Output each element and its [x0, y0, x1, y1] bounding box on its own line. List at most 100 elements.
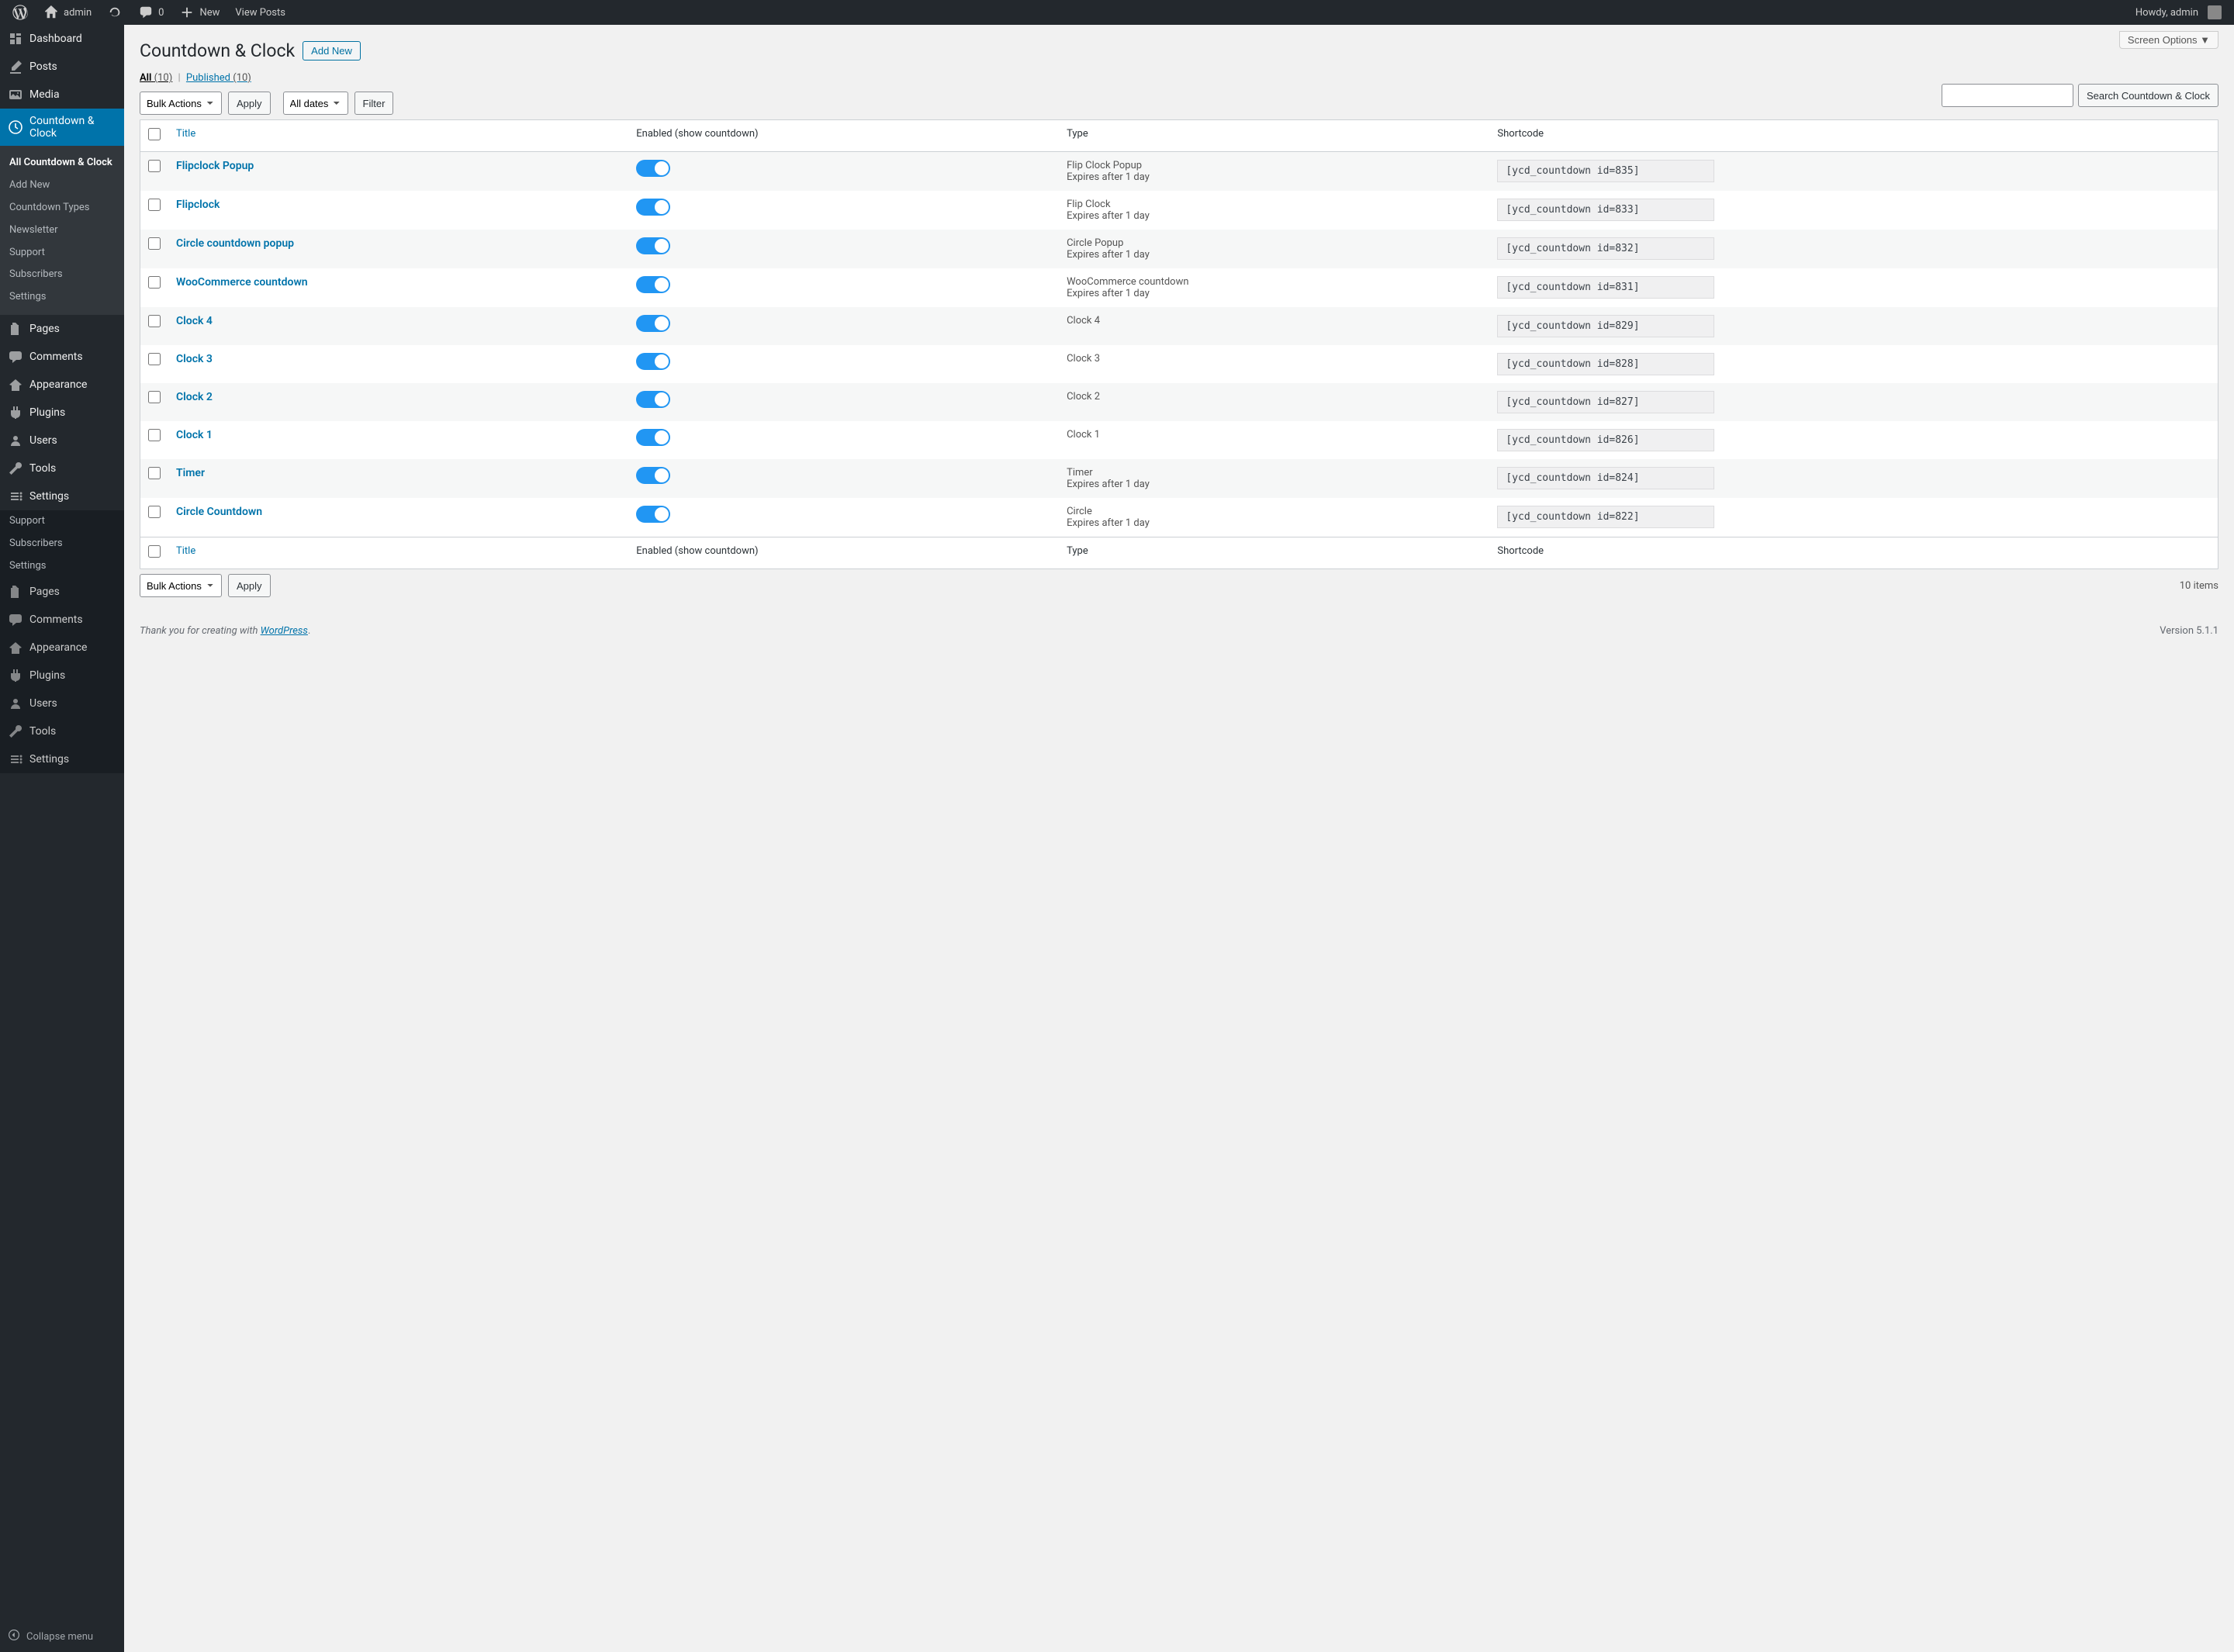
row-title-link[interactable]: Clock 3: [176, 353, 213, 365]
wp-logo[interactable]: [6, 0, 34, 25]
row-title-link[interactable]: Timer: [176, 467, 205, 479]
enabled-toggle[interactable]: [636, 506, 670, 523]
menu-item-comments[interactable]: Comments: [0, 343, 124, 371]
add-new-button[interactable]: Add New: [303, 41, 361, 60]
shortcode-box[interactable]: [ycd_countdown id=824]: [1497, 467, 1714, 489]
row-checkbox[interactable]: [148, 160, 161, 172]
enabled-toggle[interactable]: [636, 353, 670, 370]
dim-menu-item-comments[interactable]: Comments: [0, 606, 124, 634]
new-link[interactable]: New: [173, 0, 226, 25]
enabled-toggle[interactable]: [636, 237, 670, 254]
enabled-toggle[interactable]: [636, 467, 670, 484]
row-title-link[interactable]: Clock 4: [176, 315, 213, 327]
shortcode-box[interactable]: [ycd_countdown id=832]: [1497, 237, 1714, 260]
row-title-link[interactable]: Flipclock: [176, 199, 220, 211]
comments-link[interactable]: 0: [132, 0, 170, 25]
filter-published[interactable]: Published (10): [186, 72, 251, 84]
col-title-foot[interactable]: Title: [168, 537, 628, 569]
main-content: Screen Options ▼ Countdown & Clock Add N…: [124, 25, 2234, 1652]
shortcode-box[interactable]: [ycd_countdown id=831]: [1497, 276, 1714, 299]
menu-item-plugins[interactable]: Plugins: [0, 399, 124, 427]
menu-item-media[interactable]: Media: [0, 81, 124, 109]
dim-submenu-item[interactable]: Support: [0, 510, 124, 533]
menu-item-pages[interactable]: Pages: [0, 315, 124, 343]
enabled-toggle[interactable]: [636, 160, 670, 177]
row-title-link[interactable]: Circle countdown popup: [176, 237, 294, 250]
row-checkbox[interactable]: [148, 276, 161, 289]
refresh-button[interactable]: [101, 0, 129, 25]
menu-item-tools[interactable]: Tools: [0, 454, 124, 482]
collapse-menu[interactable]: Collapse menu: [0, 1621, 124, 1652]
dim-submenu-item[interactable]: Settings: [0, 555, 124, 578]
view-posts-link[interactable]: View Posts: [229, 0, 292, 25]
menu-item-posts[interactable]: Posts: [0, 53, 124, 81]
row-checkbox[interactable]: [148, 199, 161, 211]
enabled-toggle[interactable]: [636, 199, 670, 216]
row-checkbox[interactable]: [148, 315, 161, 327]
filter-button[interactable]: Filter: [354, 92, 394, 115]
pages-icon: [8, 584, 23, 600]
dim-menu-item-pages[interactable]: Pages: [0, 578, 124, 606]
shortcode-box[interactable]: [ycd_countdown id=829]: [1497, 315, 1714, 337]
menu-item-settings[interactable]: Settings: [0, 482, 124, 510]
row-checkbox[interactable]: [148, 237, 161, 250]
row-type: Clock 2: [1067, 391, 1482, 403]
site-name-link[interactable]: admin: [37, 0, 98, 25]
row-checkbox[interactable]: [148, 506, 161, 518]
row-title-link[interactable]: Clock 2: [176, 391, 213, 403]
enabled-toggle[interactable]: [636, 391, 670, 408]
col-title[interactable]: Title: [168, 120, 628, 152]
menu-item-appearance[interactable]: Appearance: [0, 371, 124, 399]
submenu-item[interactable]: Settings: [0, 286, 124, 309]
menu-item-clock[interactable]: Countdown & Clock: [0, 109, 124, 146]
search-input[interactable]: [1942, 84, 2073, 107]
row-expires: Expires after 1 day: [1067, 210, 1482, 222]
search-button[interactable]: Search Countdown & Clock: [2078, 84, 2218, 107]
dim-submenu-item[interactable]: Subscribers: [0, 533, 124, 555]
screen-options-button[interactable]: Screen Options ▼: [2119, 31, 2218, 49]
apply-button-bottom[interactable]: Apply: [228, 574, 271, 597]
submenu-item[interactable]: Subscribers: [0, 264, 124, 286]
row-checkbox[interactable]: [148, 467, 161, 479]
submenu-item[interactable]: Add New: [0, 175, 124, 197]
dim-menu-item-users[interactable]: Users: [0, 689, 124, 717]
dim-menu-item-settings[interactable]: Settings: [0, 745, 124, 773]
shortcode-box[interactable]: [ycd_countdown id=827]: [1497, 391, 1714, 413]
row-title-link[interactable]: WooCommerce countdown: [176, 276, 308, 289]
select-all-checkbox[interactable]: [148, 128, 161, 140]
date-filter-select[interactable]: All dates: [283, 92, 348, 115]
row-title-link[interactable]: Circle Countdown: [176, 506, 262, 518]
tools-icon: [8, 724, 23, 739]
submenu-item[interactable]: Countdown Types: [0, 197, 124, 219]
enabled-toggle[interactable]: [636, 429, 670, 446]
shortcode-box[interactable]: [ycd_countdown id=835]: [1497, 160, 1714, 182]
dim-menu-item-plugins[interactable]: Plugins: [0, 662, 124, 689]
enabled-toggle[interactable]: [636, 276, 670, 293]
howdy-link[interactable]: Howdy, admin: [2129, 0, 2228, 25]
bulk-actions-select-bottom[interactable]: Bulk Actions: [140, 574, 222, 597]
bulk-actions-select[interactable]: Bulk Actions: [140, 92, 222, 115]
row-title-link[interactable]: Flipclock Popup: [176, 160, 254, 172]
menu-item-dashboard[interactable]: Dashboard: [0, 25, 124, 53]
dim-menu-item-tools[interactable]: Tools: [0, 717, 124, 745]
row-checkbox[interactable]: [148, 429, 161, 441]
shortcode-box[interactable]: [ycd_countdown id=826]: [1497, 429, 1714, 451]
table-row: Flipclock PopupFlip Clock PopupExpires a…: [140, 152, 2218, 191]
submenu-item[interactable]: Support: [0, 242, 124, 264]
dim-menu-item-appearance[interactable]: Appearance: [0, 634, 124, 662]
row-title-link[interactable]: Clock 1: [176, 429, 213, 441]
shortcode-box[interactable]: [ycd_countdown id=822]: [1497, 506, 1714, 528]
enabled-toggle[interactable]: [636, 315, 670, 332]
filter-all[interactable]: All (10): [140, 72, 172, 84]
wordpress-link[interactable]: WordPress: [261, 625, 308, 637]
menu-item-users[interactable]: Users: [0, 427, 124, 454]
submenu-item[interactable]: Newsletter: [0, 219, 124, 242]
select-all-checkbox-foot[interactable]: [148, 545, 161, 558]
shortcode-box[interactable]: [ycd_countdown id=828]: [1497, 353, 1714, 375]
apply-button[interactable]: Apply: [228, 92, 271, 115]
row-checkbox[interactable]: [148, 391, 161, 403]
shortcode-box[interactable]: [ycd_countdown id=833]: [1497, 199, 1714, 221]
row-checkbox[interactable]: [148, 353, 161, 365]
submenu-item[interactable]: All Countdown & Clock: [0, 152, 124, 175]
row-type: Flip Clock: [1067, 199, 1482, 210]
